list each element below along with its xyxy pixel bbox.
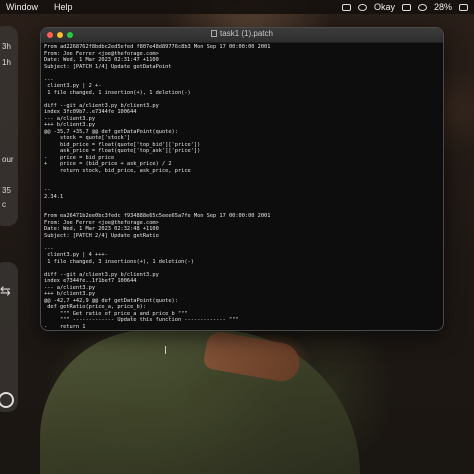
widget-label: our (2, 155, 14, 164)
record-icon[interactable] (341, 3, 351, 11)
patch-line: + if (price_b == 0): (44, 330, 443, 331)
sync-icon[interactable]: ⇆ (0, 284, 11, 299)
terminal-window[interactable]: task1 (1).patch From ad2268762f8bdbc2ed5… (40, 27, 444, 331)
display-icon[interactable] (401, 3, 411, 11)
window-title: task1 (1).patch (220, 29, 273, 38)
widget-label: c (2, 200, 6, 209)
widget-label: 1h (2, 58, 11, 67)
control-center-icon[interactable] (357, 3, 367, 11)
status-area: Okay 28% (341, 0, 468, 14)
language-indicator[interactable]: Okay (374, 2, 395, 12)
menu-bar: Window Help Okay 28% (0, 0, 474, 14)
widget-panel-top[interactable] (0, 26, 18, 226)
menu-window[interactable]: Window (6, 2, 38, 12)
document-icon (211, 30, 218, 37)
battery-percent[interactable]: 28% (434, 2, 452, 12)
window-title-wrap: task1 (1).patch (41, 29, 443, 38)
window-titlebar[interactable]: task1 (1).patch (41, 28, 443, 43)
menu-help[interactable]: Help (54, 2, 73, 12)
widget-label: 35 (2, 186, 11, 195)
battery-icon[interactable] (459, 3, 468, 11)
widget-label: 3h (2, 42, 11, 51)
patch-content[interactable]: From ad2268762f8bdbc2ed5efed f807e48d897… (41, 43, 443, 331)
text-cursor-icon (165, 346, 169, 354)
wifi-icon[interactable] (417, 3, 427, 11)
